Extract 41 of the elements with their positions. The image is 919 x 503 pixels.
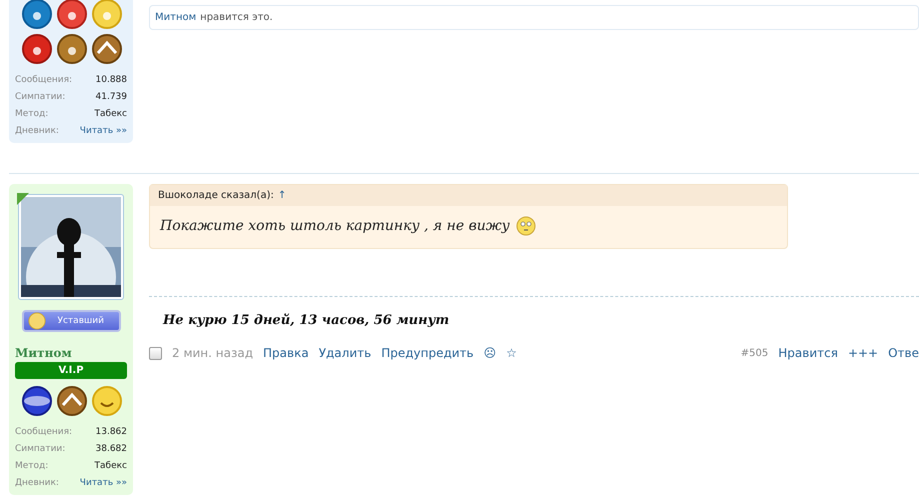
stat-label: Сообщения: (15, 74, 72, 84)
stat-value: 13.862 (96, 426, 127, 436)
post-action-link[interactable]: Правка (263, 346, 309, 360)
mood-button[interactable]: Уставший (22, 310, 120, 332)
username[interactable]: Митном (15, 346, 72, 360)
post-action-link[interactable]: Отве (888, 346, 919, 360)
stat-label: Дневник: (15, 126, 59, 136)
stat-label: Симпатии: (15, 92, 66, 102)
corner-tag-icon (17, 193, 29, 205)
smile-badge-icon (91, 385, 123, 417)
stat-label: Метод: (15, 460, 48, 470)
stat-value: Табекс (94, 108, 127, 118)
quote-author: Вшоколаде сказал(а): (158, 190, 274, 201)
likes-text: нравится это. (200, 12, 273, 23)
stat-value: Табекс (94, 460, 127, 470)
roof-badge-icon (91, 33, 123, 65)
stat-value: 41.739 (96, 92, 127, 102)
diary-link[interactable]: Читать »» (80, 126, 127, 136)
star-button[interactable]: ☆ (506, 346, 517, 360)
post-action-link[interactable]: Предупредить (381, 346, 474, 360)
stat-value: 38.682 (96, 444, 127, 454)
post-time: 2 мин. назад (172, 346, 254, 360)
stat-label: Метод: (15, 108, 48, 118)
rank-banner: V.I.P (15, 362, 127, 379)
tired-face-icon (28, 312, 46, 330)
stat-value: 10.888 (96, 74, 127, 84)
post-action-link[interactable]: Нравится (778, 346, 838, 360)
diary-link[interactable]: Читать »» (80, 478, 127, 488)
stat-label: Симпатии: (15, 444, 66, 454)
stat-label: Дневник: (15, 478, 59, 488)
post-action-link[interactable]: Удалить (318, 346, 372, 360)
quote-link[interactable]: ↑ (278, 190, 286, 201)
select-checkbox[interactable] (149, 346, 162, 360)
roof-badge-icon (56, 385, 88, 417)
post-action-link[interactable]: +++ (848, 346, 878, 360)
user-link[interactable]: Митном (155, 12, 196, 23)
smiley-icon (516, 216, 536, 236)
quote-text: Покажите хоть штоль картинку , я не вижу (160, 218, 510, 234)
stat-label: Сообщения: (15, 426, 72, 436)
frown-button[interactable]: ☹ (484, 346, 496, 360)
post-number[interactable]: #505 (740, 348, 768, 358)
